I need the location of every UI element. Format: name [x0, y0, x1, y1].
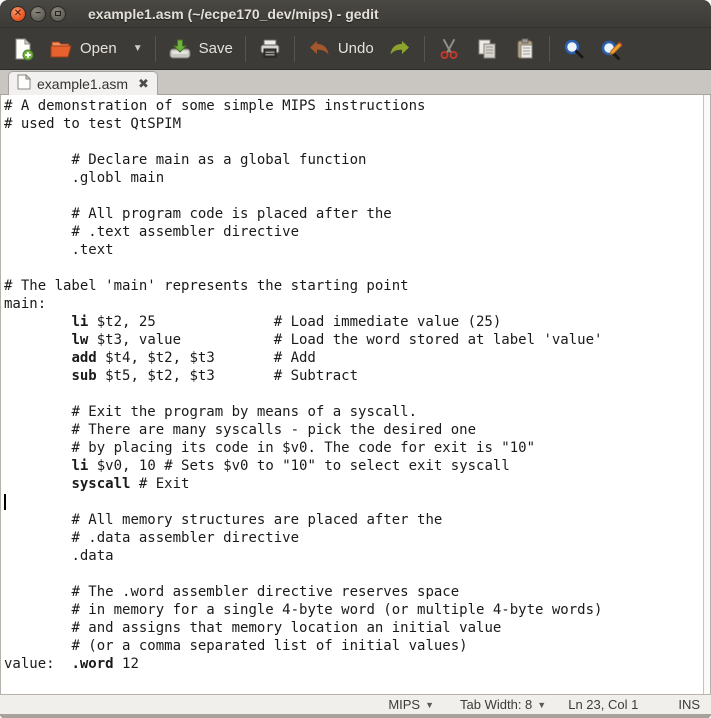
- tab-width-label: Tab Width: 8: [460, 697, 532, 712]
- print-button[interactable]: [251, 33, 289, 65]
- open-button[interactable]: Open: [42, 33, 124, 65]
- tab-bar: example1.asm ✖: [0, 70, 711, 95]
- toolbar-separator: [549, 36, 550, 62]
- chevron-down-icon: ▼: [537, 700, 546, 710]
- code-line: # in memory for a single 4-byte word (or…: [4, 601, 710, 619]
- close-window-button[interactable]: ✕: [10, 6, 26, 22]
- code-line: value: .word 12: [4, 655, 710, 673]
- open-recent-dropdown[interactable]: ▼: [124, 39, 150, 58]
- maximize-window-button[interactable]: [50, 6, 66, 22]
- new-document-icon: [11, 37, 35, 61]
- save-icon: [168, 37, 192, 61]
- copy-button[interactable]: [468, 33, 506, 65]
- redo-button[interactable]: [381, 33, 419, 65]
- code-line: syscall # Exit: [4, 475, 710, 493]
- document-icon: [17, 74, 31, 93]
- tab-label: example1.asm: [37, 76, 128, 92]
- code-content: # A demonstration of some simple MIPS in…: [1, 95, 710, 673]
- code-line: # Declare main as a global function: [4, 151, 710, 169]
- code-line: .data: [4, 547, 710, 565]
- open-button-label: Open: [80, 40, 117, 57]
- language-selector[interactable]: MIPS ▼: [388, 697, 434, 712]
- statusbar: MIPS ▼ Tab Width: 8 ▼ Ln 23, Col 1 INS: [0, 694, 711, 714]
- code-line: # There are many syscalls - pick the des…: [4, 421, 710, 439]
- code-line: [4, 493, 710, 511]
- paste-clipboard-icon: [513, 37, 537, 61]
- code-line: [4, 187, 710, 205]
- undo-icon: [307, 37, 331, 61]
- open-folder-icon: [49, 37, 73, 61]
- code-line: # All memory structures are placed after…: [4, 511, 710, 529]
- tab-width-selector[interactable]: Tab Width: 8 ▼: [460, 697, 546, 712]
- text-cursor: [4, 494, 6, 510]
- cut-scissors-icon: [437, 37, 461, 61]
- toolbar-separator: [424, 36, 425, 62]
- undo-button[interactable]: Undo: [300, 33, 381, 65]
- code-line: # used to test QtSPIM: [4, 115, 710, 133]
- language-label: MIPS: [388, 697, 420, 712]
- new-document-button[interactable]: [4, 33, 42, 65]
- text-editor-area[interactable]: # A demonstration of some simple MIPS in…: [0, 95, 711, 694]
- search-replace-icon: [600, 37, 624, 61]
- save-button[interactable]: Save: [161, 33, 240, 65]
- code-line: # (or a comma separated list of initial …: [4, 637, 710, 655]
- code-line: lw $t3, value # Load the word stored at …: [4, 331, 710, 349]
- cursor-position-label: Ln 23, Col 1: [568, 697, 638, 712]
- code-line: # The label 'main' represents the starti…: [4, 277, 710, 295]
- find-button[interactable]: [555, 33, 593, 65]
- code-line: .text: [4, 241, 710, 259]
- code-line: [4, 259, 710, 277]
- code-line: add $t4, $t2, $t3 # Add: [4, 349, 710, 367]
- code-line: # Exit the program by means of a syscall…: [4, 403, 710, 421]
- print-icon: [258, 37, 282, 61]
- code-line: # and assigns that memory location an in…: [4, 619, 710, 637]
- chevron-down-icon: ▼: [133, 43, 143, 54]
- save-button-label: Save: [199, 40, 233, 57]
- insert-mode-label: INS: [678, 697, 700, 712]
- minimize-window-button[interactable]: −: [30, 6, 46, 22]
- vertical-scrollbar[interactable]: [703, 95, 710, 694]
- toolbar-separator: [155, 36, 156, 62]
- code-line: # .text assembler directive: [4, 223, 710, 241]
- code-line: [4, 133, 710, 151]
- search-icon: [562, 37, 586, 61]
- maximize-icon: [55, 11, 61, 16]
- code-line: [4, 565, 710, 583]
- code-line: main:: [4, 295, 710, 313]
- code-line: sub $t5, $t2, $t3 # Subtract: [4, 367, 710, 385]
- code-line: .globl main: [4, 169, 710, 187]
- tab-close-icon[interactable]: ✖: [138, 76, 149, 92]
- paste-button[interactable]: [506, 33, 544, 65]
- code-line: # .data assembler directive: [4, 529, 710, 547]
- code-line: # All program code is placed after the: [4, 205, 710, 223]
- code-line: li $v0, 10 # Sets $v0 to "10" to select …: [4, 457, 710, 475]
- copy-icon: [475, 37, 499, 61]
- window-bottom-edge: [0, 714, 711, 718]
- code-line: [4, 385, 710, 403]
- titlebar: ✕ − example1.asm (~/ecpe170_dev/mips) - …: [0, 0, 711, 28]
- tab-example1-asm[interactable]: example1.asm ✖: [8, 71, 158, 95]
- toolbar: Open ▼ Save Undo: [0, 28, 711, 70]
- toolbar-separator: [245, 36, 246, 62]
- code-line: # by placing its code in $v0. The code f…: [4, 439, 710, 457]
- undo-button-label: Undo: [338, 40, 374, 57]
- redo-icon: [388, 37, 412, 61]
- code-line: # The .word assembler directive reserves…: [4, 583, 710, 601]
- toolbar-separator: [294, 36, 295, 62]
- window-title: example1.asm (~/ecpe170_dev/mips) - gedi…: [88, 6, 379, 22]
- code-line: # A demonstration of some simple MIPS in…: [4, 97, 710, 115]
- code-line: li $t2, 25 # Load immediate value (25): [4, 313, 710, 331]
- chevron-down-icon: ▼: [425, 700, 434, 710]
- cut-button[interactable]: [430, 33, 468, 65]
- gedit-window: ✕ − example1.asm (~/ecpe170_dev/mips) - …: [0, 0, 711, 718]
- find-replace-button[interactable]: [593, 33, 631, 65]
